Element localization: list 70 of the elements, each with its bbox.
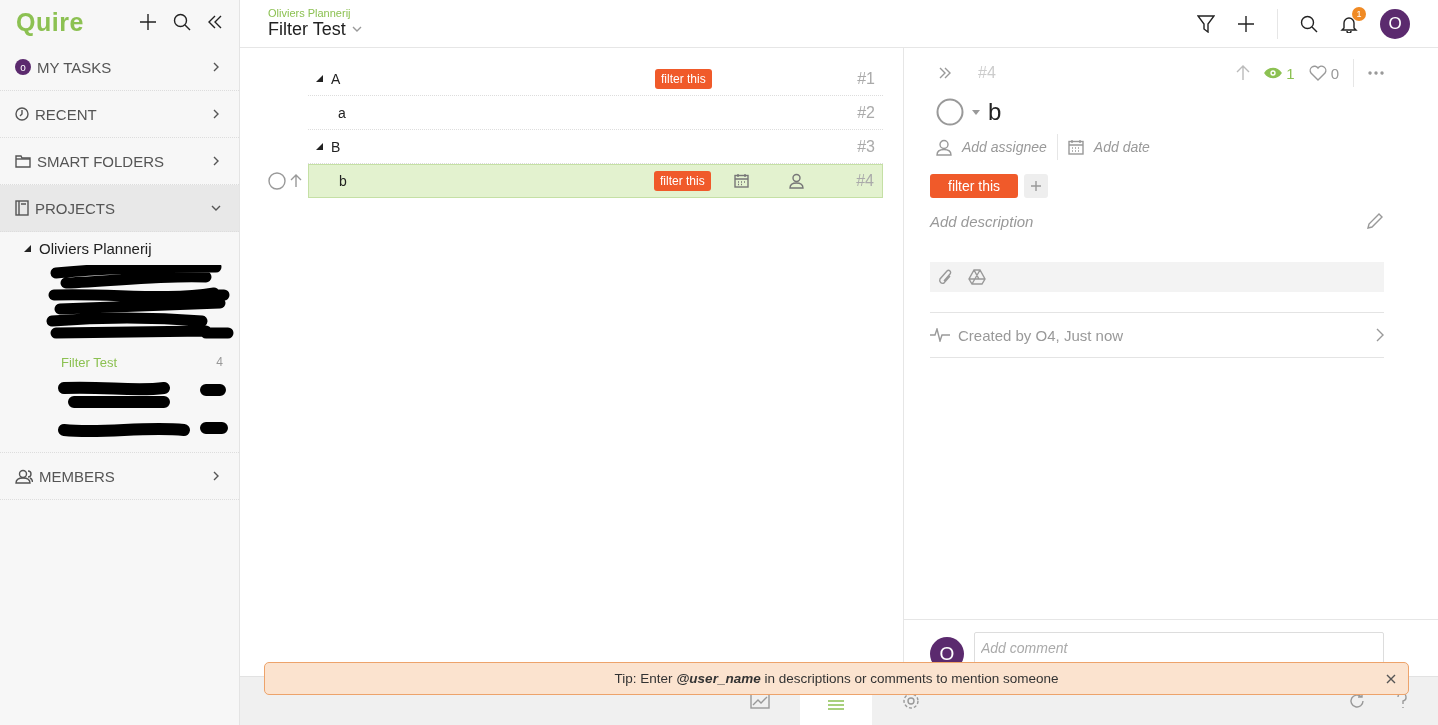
calendar-icon[interactable] [734,173,749,188]
up-arrow-icon[interactable] [290,174,302,188]
chevron-right-icon[interactable] [211,62,221,72]
close-icon[interactable] [1386,674,1396,684]
clock-icon [15,107,29,121]
tip-message: Tip: Enter @user_name in descriptions or comments to mention someone [614,671,1059,686]
task-title[interactable]: B [331,138,341,155]
add-tag-button[interactable] [1024,174,1049,198]
activity-icon [930,328,950,342]
assignee-icon[interactable] [936,138,952,156]
expanded-triangle-icon[interactable] [24,245,31,252]
task-number: #1 [856,69,876,88]
avatar: o [15,59,31,75]
task-title[interactable]: A [331,70,341,87]
chevron-right-icon[interactable] [211,156,221,166]
refresh-icon[interactable] [1348,692,1366,710]
task-title[interactable]: a [338,104,346,121]
bell-icon[interactable] [1340,14,1358,33]
collapse-icon[interactable] [207,15,223,29]
task-title[interactable]: b [988,98,1002,126]
pencil-icon[interactable] [1366,212,1384,230]
comment-field[interactable]: Add comment [974,632,1384,664]
more-icon[interactable] [1368,71,1384,75]
notebook-icon [15,200,29,216]
chevron-right-icon[interactable] [211,471,221,481]
list-icon[interactable] [827,699,845,711]
notification-badge: 1 [1352,6,1366,21]
search-icon[interactable] [1300,14,1318,33]
task-row[interactable]: a #2 [308,96,883,130]
calendar-icon[interactable] [1067,139,1084,155]
eye-icon[interactable] [1264,67,1283,79]
task-number: #3 [856,137,876,156]
task-number: #2 [856,103,876,122]
project-title: Filter Test [268,18,346,40]
double-chevron-right-icon[interactable] [938,67,952,79]
plus-icon [1031,181,1042,191]
expanded-triangle-icon[interactable] [316,75,323,82]
plus-icon[interactable] [139,13,157,31]
project-name[interactable]: Oliviers Plannerij [39,240,152,257]
checkbox-circle-icon[interactable] [936,98,964,126]
checkbox-circle-icon[interactable] [268,172,286,190]
sidebar-item[interactable]: PROJECTS [0,185,239,232]
chevron-down-icon[interactable] [211,203,221,213]
chevron-down-icon[interactable] [351,25,362,33]
paperclip-icon[interactable] [938,268,954,286]
search-icon[interactable] [173,13,191,31]
watcher-count: 1 [1286,64,1295,82]
assignee-icon[interactable] [789,173,804,189]
task-title[interactable]: b [339,173,347,189]
sidebar-item[interactable]: o MY TASKS [0,44,239,91]
filter-icon[interactable] [1197,14,1215,33]
task-row[interactable]: A filter this #1 [308,62,883,96]
people-icon [15,468,33,484]
drive-icon[interactable] [968,269,986,285]
like-count: 0 [1330,64,1339,82]
chevron-right-icon [1376,328,1384,342]
sidebar-item[interactable]: MEMBERS [0,452,239,500]
user-avatar[interactable]: O [1380,8,1410,39]
folder-icon [15,154,31,168]
expanded-triangle-icon[interactable] [316,143,323,150]
plus-icon[interactable] [1237,14,1255,33]
sidebar-item[interactable]: RECENT [0,91,239,138]
caret-icon[interactable] [972,109,980,115]
task-number: #4 [855,172,875,190]
logo: Quire [16,7,84,37]
heart-icon[interactable] [1308,65,1327,81]
up-arrow-icon[interactable] [1236,65,1251,81]
task-row[interactable]: b filter this #4 [308,164,883,198]
chevron-right-icon[interactable] [211,109,221,119]
gear-icon[interactable] [902,692,920,710]
